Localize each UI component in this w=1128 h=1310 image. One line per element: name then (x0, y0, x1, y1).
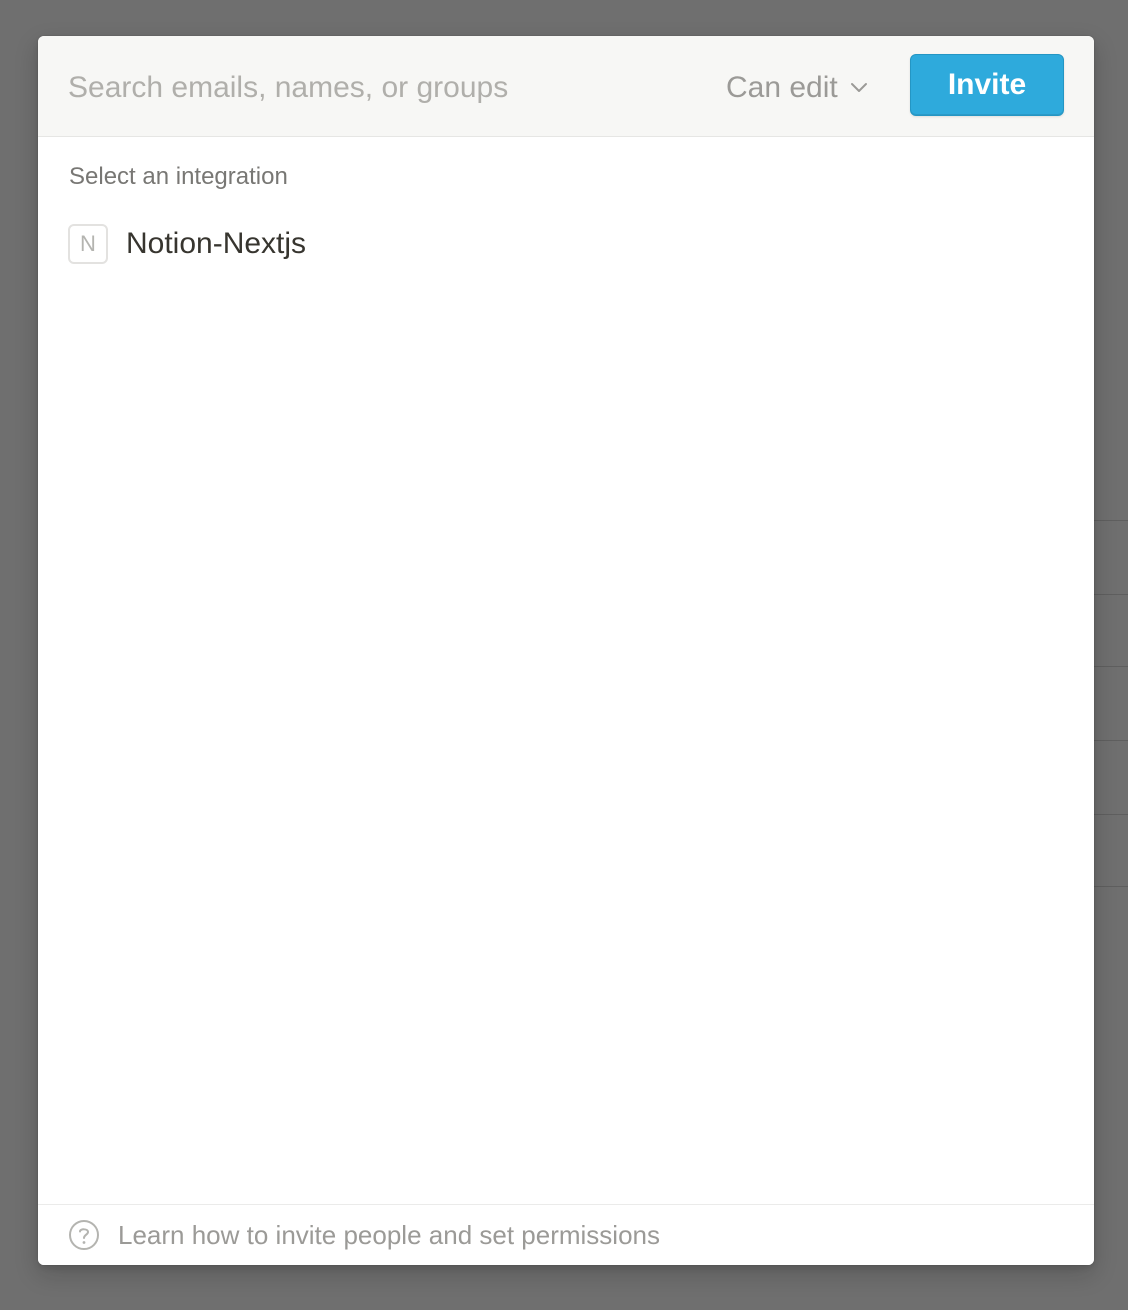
integration-name: Notion-Nextjs (126, 227, 307, 260)
integration-item-notion-nextjs[interactable]: N Notion-Nextjs (68, 224, 306, 264)
search-input[interactable] (68, 66, 708, 110)
help-link-text: Learn how to invite people and set permi… (118, 1219, 660, 1250)
backdrop-table-lines (1094, 520, 1128, 890)
invite-modal: Can edit Invite Select an integration N … (38, 36, 1094, 1265)
permission-label: Can edit (726, 71, 838, 104)
chevron-down-icon (850, 83, 867, 92)
section-label: Select an integration (69, 163, 288, 190)
permission-dropdown[interactable]: Can edit (726, 66, 868, 110)
invite-header: Can edit Invite (38, 36, 1094, 137)
invite-button[interactable]: Invite (910, 54, 1064, 116)
integration-avatar-icon: N (68, 224, 108, 264)
help-circle-icon (69, 1220, 99, 1250)
help-link[interactable]: Learn how to invite people and set permi… (38, 1204, 1094, 1265)
